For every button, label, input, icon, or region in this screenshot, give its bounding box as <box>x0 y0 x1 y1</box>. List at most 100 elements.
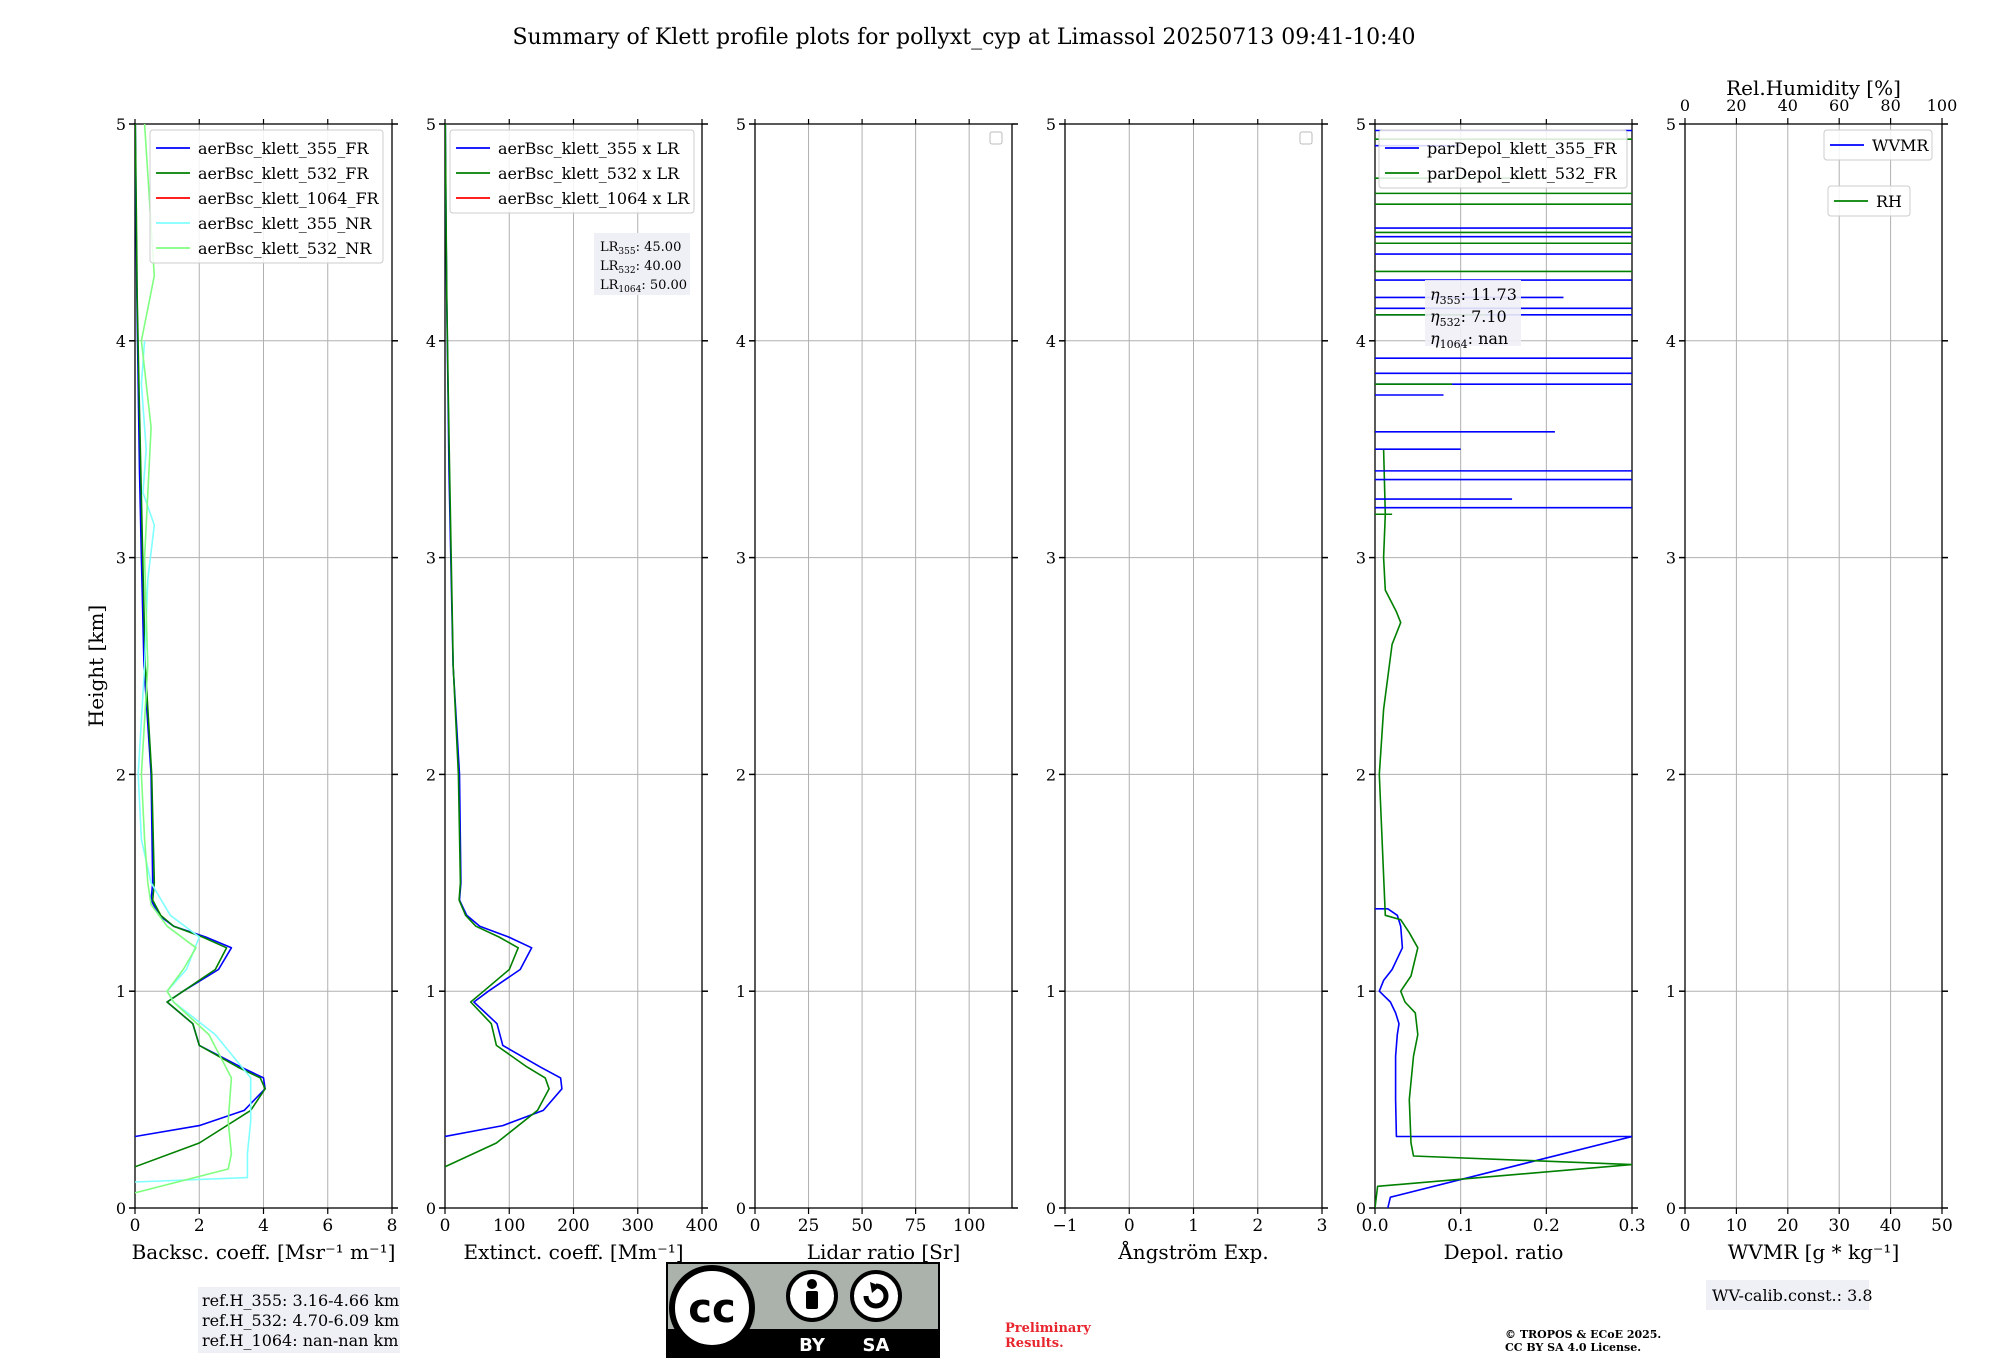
legend-label: aerBsc_klett_532_NR <box>198 239 372 258</box>
y-tick-label: 3 <box>116 549 126 568</box>
preliminary-line-1: Preliminary <box>1005 1321 1091 1336</box>
legend-RH: RH <box>1827 185 1911 217</box>
eta-box: η355: 11.73η532: 7.10η1064: nan <box>1425 280 1521 351</box>
y-tick-label: 5 <box>736 115 746 134</box>
y-tick-label: 4 <box>736 332 746 351</box>
y-tick-label: 2 <box>1046 765 1056 784</box>
axes-frame <box>1684 123 1943 1209</box>
cc-logo-text: cc <box>688 1286 735 1332</box>
legend-label: RH <box>1876 192 1902 211</box>
x-tick-label: 25 <box>798 1216 820 1236</box>
legend-label: aerBsc_klett_355 x LR <box>498 139 680 158</box>
x-tick-label: 20 <box>1777 1216 1799 1236</box>
ref-height-box: ref.H_355: 3.16-4.66 kmref.H_532: 4.70-6… <box>198 1287 400 1353</box>
top-axis-label: Rel.Humidity [%] <box>1726 76 1901 100</box>
series-line-aerBsc_klett_532_FR <box>135 124 266 1168</box>
panel-wvmr: 0 10 20 30 40 50012345WVMR [g * kg⁻¹]0 20 40 60 8… <box>1666 76 1957 1264</box>
y-tick-label: 1 <box>1356 982 1366 1001</box>
x-tick-label: 300 <box>622 1216 654 1236</box>
panel-extinction: 0 100 200 300 400 0 1 2 3 4 5 Extinct. coeff. [Mm⁻¹… <box>426 115 718 1264</box>
y-tick-label: 3 <box>1046 549 1056 568</box>
x-tick-label: 0 <box>440 1216 451 1236</box>
series-group <box>445 124 563 1168</box>
top-tick-label: 0 <box>1680 96 1690 115</box>
x-tick-label: 75 <box>905 1216 927 1236</box>
x-tick-label: 0.3 <box>1618 1216 1645 1236</box>
copyright-line-1: © TROPOS & ECoE 2025. <box>1505 1328 1662 1341</box>
y-tick-label: 0 <box>1046 1199 1056 1218</box>
y-axis-label: Height [km] <box>84 605 108 727</box>
y-tick-label: 0 <box>116 1199 126 1218</box>
x-tick-label: 40 <box>1880 1216 1902 1236</box>
y-tick-label: 2 <box>116 765 126 784</box>
legend-label: aerBsc_klett_1064_FR <box>198 189 380 208</box>
x-tick-label: 0 <box>750 1216 761 1236</box>
panel-depol: 0.0 0.1 0.2 0.3 0 1 2 3 4 5 Depol. ratio parDepol_k… <box>1356 115 1646 1264</box>
legend-label: parDepol_klett_532_FR <box>1427 164 1618 183</box>
legend-label: aerBsc_klett_532 x LR <box>498 164 680 183</box>
lidar-ratio-value: LR355: 45.00 <box>600 240 681 257</box>
lidar-ratio-value: LR1064: 50.00 <box>600 278 687 295</box>
sa-share-icon <box>850 1270 902 1322</box>
y-tick-label: 2 <box>426 765 436 784</box>
y-tick-label: 0 <box>736 1199 746 1218</box>
top-tick-label: 100 <box>1927 96 1958 115</box>
x-tick-label: 0.1 <box>1447 1216 1474 1236</box>
x-tick-label: 0 <box>130 1216 141 1236</box>
legend: aerBsc_klett_355 x LR aerBsc_klett_532 x … <box>449 129 695 214</box>
y-tick-label: 4 <box>1046 332 1056 351</box>
x-axis-label: Ångström Exp. <box>1117 1239 1268 1264</box>
y-tick-label: 5 <box>1046 115 1056 134</box>
y-tick-label: 0 <box>1666 1199 1676 1218</box>
x-tick-label: 100 <box>953 1216 985 1236</box>
y-tick-label: 5 <box>1666 115 1676 134</box>
y-tick-label: 3 <box>426 549 436 568</box>
copyright-line-2: CC BY SA 4.0 License. <box>1505 1341 1642 1354</box>
y-tick-label: 5 <box>116 115 126 134</box>
x-axis-label: Backsc. coeff. [Msr⁻¹ m⁻¹] <box>132 1240 396 1264</box>
y-tick-label: 0 <box>426 1199 436 1218</box>
x-tick-label: 0 <box>1124 1216 1135 1236</box>
ref-height-line: ref.H_355: 3.16-4.66 km <box>202 1291 399 1310</box>
x-tick-label: 6 <box>322 1216 333 1236</box>
legend-WVMR: WVMR <box>1823 129 1933 161</box>
series-line-aerBsc_klett_355_NR <box>135 340 252 1183</box>
x-tick-label: 8 <box>387 1216 398 1236</box>
x-tick-label: 10 <box>1726 1216 1748 1236</box>
wv-calib-label: WV-calib.const.: 3.8 <box>1712 1286 1873 1305</box>
legend: aerBsc_klett_355_FR aerBsc_klett_532_FRae… <box>149 129 384 264</box>
series-line-aerBsc_klett_355 x LR <box>445 124 563 1138</box>
x-tick-label: 2 <box>194 1216 205 1236</box>
x-tick-label: 4 <box>258 1216 269 1236</box>
x-tick-label: −1 <box>1052 1216 1077 1236</box>
x-tick-label: 100 <box>493 1216 525 1236</box>
panel-angstrom: −1 0 1 2 3012345Ångström Exp. <box>1046 115 1328 1264</box>
preliminary-line-2: Results. <box>1005 1336 1064 1351</box>
y-tick-label: 1 <box>116 982 126 1001</box>
x-tick-label: 0.0 <box>1361 1216 1388 1236</box>
y-tick-label: 2 <box>1356 765 1366 784</box>
legend-label: aerBsc_klett_1064 x LR <box>498 189 690 208</box>
y-tick-label: 4 <box>426 332 436 351</box>
legend-label: aerBsc_klett_355_FR <box>198 139 369 158</box>
legend: parDepol_klett_355_FR parDepol_klett_532_… <box>1378 129 1628 189</box>
copyright-note: © TROPOS & ECoE 2025. CC BY SA 4.0 Licen… <box>1505 1328 1661 1354</box>
y-tick-label: 5 <box>1356 115 1366 134</box>
series-line-aerBsc_klett_532_NR <box>135 124 233 1194</box>
cc-by-label: BY <box>799 1335 826 1356</box>
y-tick-label: 4 <box>116 332 126 351</box>
cc-by-sa-badge: cc BY SA <box>666 1262 940 1358</box>
y-tick-label: 0 <box>1356 1199 1366 1218</box>
x-tick-label: 400 <box>686 1216 718 1236</box>
x-tick-label: 2 <box>1252 1216 1263 1236</box>
y-tick-label: 3 <box>1356 549 1366 568</box>
preliminary-results-note: Preliminary Results. <box>1005 1321 1091 1351</box>
axes-frame <box>754 123 1013 1209</box>
panel-lidar_ratio: 0 25 50 75 100 0 1 2 3 4 5 Lidar ratio [Sr] <box>736 115 1018 1264</box>
x-tick-label: 50 <box>851 1216 873 1236</box>
y-tick-label: 4 <box>1666 332 1676 351</box>
x-tick-label: 0.2 <box>1533 1216 1560 1236</box>
y-tick-label: 1 <box>1046 982 1056 1001</box>
x-axis-label: Depol. ratio <box>1444 1240 1564 1264</box>
legend-label: WVMR <box>1872 136 1929 155</box>
